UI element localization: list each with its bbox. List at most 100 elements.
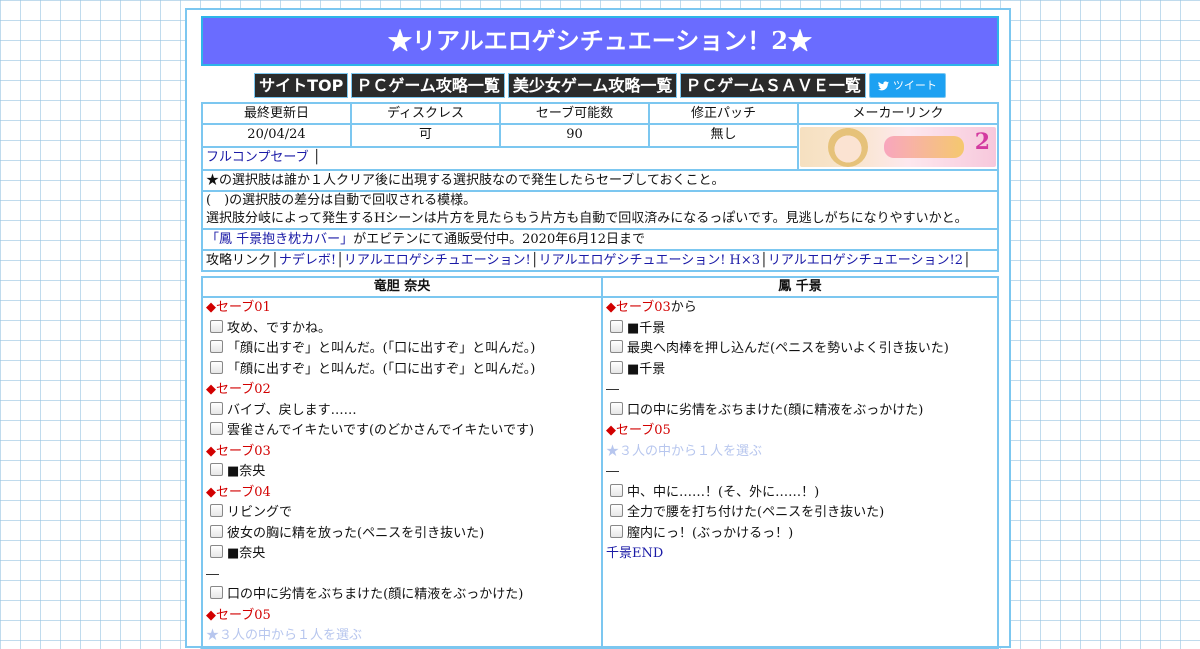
choice-item: 最奥へ肉棒を押し込んだ(ペニスを勢いよく引き抜いた) [606, 339, 994, 360]
nav-bishoujo-list[interactable]: 美少女ゲーム攻略一覧 [507, 73, 678, 98]
choice-label: 最奥へ肉棒を押し込んだ(ペニスを勢いよく引き抜いた) [627, 341, 949, 356]
save-label: セーブ03 [216, 443, 271, 459]
choice-checkbox[interactable] [610, 524, 623, 538]
info-table: 最終更新日 ディスクレス セーブ可能数 修正パッチ メーカーリンク 20/04/… [201, 102, 999, 272]
diamond-icon: ◆ [206, 443, 216, 459]
nav-save-list[interactable]: ＰＣゲームＳＡＶＥ一覧 [680, 73, 866, 98]
choice-checkbox[interactable] [610, 360, 623, 374]
promo-link[interactable]: 「鳳 千景抱き枕カバー」 [206, 232, 353, 247]
choice-item: ■奈央 [206, 462, 598, 483]
choice-item: バイブ、戻します…… [206, 401, 598, 422]
nav-pc-game-list[interactable]: ＰＣゲーム攻略一覧 [351, 73, 505, 98]
save-suffix: から [670, 300, 697, 315]
page-container: ★リアルエロゲシチュエーション！2★ サイトTOP ＰＣゲーム攻略一覧 美少女ゲ… [185, 8, 1011, 649]
choice-checkbox[interactable] [610, 401, 623, 415]
route-header-nao: 竜胆 奈央 [201, 276, 603, 298]
route-column-chikage: ◆セーブ03から ■千景 最奥へ肉棒を押し込んだ(ペニスを勢いよく引き抜いた) ■千景… [601, 296, 999, 649]
route-column-nao: ◆セーブ01 攻め、ですかね。 「顔に出すぞ」と叫んだ。(「口に出すぞ」と叫んだ。)… [201, 296, 603, 649]
save-label: セーブ01 [216, 300, 271, 315]
game-logo [884, 136, 964, 158]
choice-item: ■奈央 [206, 544, 598, 565]
star-choice-note: ★３人の中から１人を選ぶ [206, 628, 363, 643]
choice-item: 「顔に出すぞ」と叫んだ。(「口に出すぞ」と叫んだ。) [206, 360, 598, 381]
choice-checkbox[interactable] [210, 463, 223, 476]
value-diskless: 可 [350, 123, 501, 148]
choice-label: 彼女の胸に精を放った(ペニスを引き抜いた) [227, 525, 485, 541]
save-label: セーブ05 [216, 607, 271, 623]
banner-number: 2 [974, 129, 990, 155]
choice-checkbox[interactable] [210, 422, 223, 435]
choice-checkbox[interactable] [210, 360, 223, 374]
choice-item: 攻め、ですかね。 [206, 319, 598, 340]
choice-checkbox[interactable] [210, 340, 223, 353]
route-header-chikage: 鳳 千景 [601, 276, 999, 298]
choice-label: 口の中に劣情をぶちまけた(顔に精液をぶっかけた) [227, 587, 524, 602]
diamond-icon: ◆ [206, 607, 216, 623]
guide-link-naderebo[interactable]: ナデレボ! [279, 253, 336, 268]
page-title: ★リアルエロゲシチュエーション！2★ [201, 16, 999, 66]
note-diff-cell: ( )の選択肢の差分は自動で回収される模様。 選択肢分岐によって発生するHシーン… [201, 190, 999, 230]
choice-checkbox[interactable] [610, 483, 623, 497]
header-maker-link: メーカーリンク [797, 102, 999, 125]
diamond-icon: ◆ [606, 300, 616, 315]
choice-label: 口の中に劣情をぶちまけた(顔に精液をぶっかけた) [627, 402, 924, 418]
tweet-button[interactable]: ツイート [868, 73, 946, 98]
save-label: セーブ02 [216, 382, 271, 397]
choice-item: 中、中に……！(そ、外に……！) [606, 483, 994, 504]
choice-checkbox[interactable] [210, 319, 223, 333]
diamond-icon: ◆ [206, 300, 216, 315]
save-marker: ◆セーブ03から [606, 298, 994, 319]
save-marker: ◆セーブ02 [206, 380, 598, 401]
choice-checkbox[interactable] [610, 340, 623, 353]
choice-label: 全力で腰を打ち付けた(ペニスを引き抜いた) [627, 505, 885, 520]
nav-site-top[interactable]: サイトTOP [254, 73, 349, 98]
choice-label: 膣内にっ！(ぶっかけるっ！) [627, 525, 794, 541]
divider-dash: ― [606, 464, 619, 479]
route-table: 竜胆 奈央 鳳 千景 ◆セーブ01 攻め、ですかね。 「顔に出すぞ」と叫んだ。(「口… [201, 276, 999, 649]
choice-label: バイブ、戻します…… [227, 402, 357, 418]
content: ★リアルエロゲシチュエーション！2★ サイトTOP ＰＣゲーム攻略一覧 美少女ゲ… [201, 16, 999, 649]
fullcomp-save-link[interactable]: フルコンプセーブ [206, 150, 309, 165]
choice-item: ■千景 [606, 319, 994, 340]
choice-checkbox[interactable] [210, 586, 223, 599]
note-diff-1: ( )の選択肢の差分は自動で回収される模様。 [206, 193, 477, 208]
save-marker: ◆セーブ05 [606, 421, 994, 442]
choice-label: ■奈央 [227, 464, 266, 479]
choice-checkbox[interactable] [210, 504, 223, 517]
guide-link-realeroge-h3[interactable]: リアルエロゲシチュエーション! H×3 [539, 253, 760, 268]
fullcomp-cell: フルコンプセーブ │ [201, 146, 799, 171]
guide-link-realeroge2[interactable]: リアルエロゲシチュエーション!2 [768, 253, 963, 268]
choice-checkbox[interactable] [210, 524, 223, 538]
star-choice-note: ★３人の中から１人を選ぶ [606, 443, 763, 459]
guide-link-realeroge1[interactable]: リアルエロゲシチュエーション! [344, 253, 531, 268]
choice-item: 「顔に出すぞ」と叫んだ。(「口に出すぞ」と叫んだ。) [206, 339, 598, 360]
choice-label: 「顔に出すぞ」と叫んだ。(「口に出すぞ」と叫んだ。) [227, 361, 536, 377]
save-label: セーブ03 [616, 300, 671, 315]
promo-cell: 「鳳 千景抱き枕カバー」がエビテンにて通販受付中。2020年6月12日まで [201, 228, 999, 251]
choice-checkbox[interactable] [610, 504, 623, 517]
route-end: 千景END [606, 546, 664, 561]
divider-dash: ― [206, 566, 219, 582]
choice-item: 全力で腰を打ち付けた(ペニスを引き抜いた) [606, 503, 994, 524]
choice-label: リビングで [227, 505, 293, 520]
choice-checkbox[interactable] [210, 401, 223, 415]
choice-label: 「顔に出すぞ」と叫んだ。(「口に出すぞ」と叫んだ。) [227, 341, 536, 356]
choice-label: ■千景 [627, 361, 666, 377]
choice-checkbox[interactable] [610, 319, 623, 333]
header-patch: 修正パッチ [648, 102, 799, 125]
choice-checkbox[interactable] [210, 545, 223, 558]
choice-label: 攻め、ですかね。 [227, 320, 332, 336]
save-marker: ◆セーブ03 [206, 442, 598, 463]
value-patch: 無し [648, 123, 799, 148]
character-image [828, 127, 868, 167]
choice-item: リビングで [206, 503, 598, 524]
save-marker: ◆セーブ01 [206, 298, 598, 319]
header-diskless: ディスクレス [350, 102, 501, 125]
choice-label: ■千景 [627, 320, 666, 336]
choice-item: 口の中に劣情をぶちまけた(顔に精液をぶっかけた) [206, 585, 598, 606]
choice-item: 膣内にっ！(ぶっかけるっ！) [606, 524, 994, 545]
save-label: セーブ05 [616, 423, 671, 438]
choice-item: 雲雀さんでイキたいです(のどかさんでイキたいです) [206, 421, 598, 442]
maker-banner[interactable]: 2 [800, 127, 996, 167]
divider-dash: ― [606, 382, 619, 397]
